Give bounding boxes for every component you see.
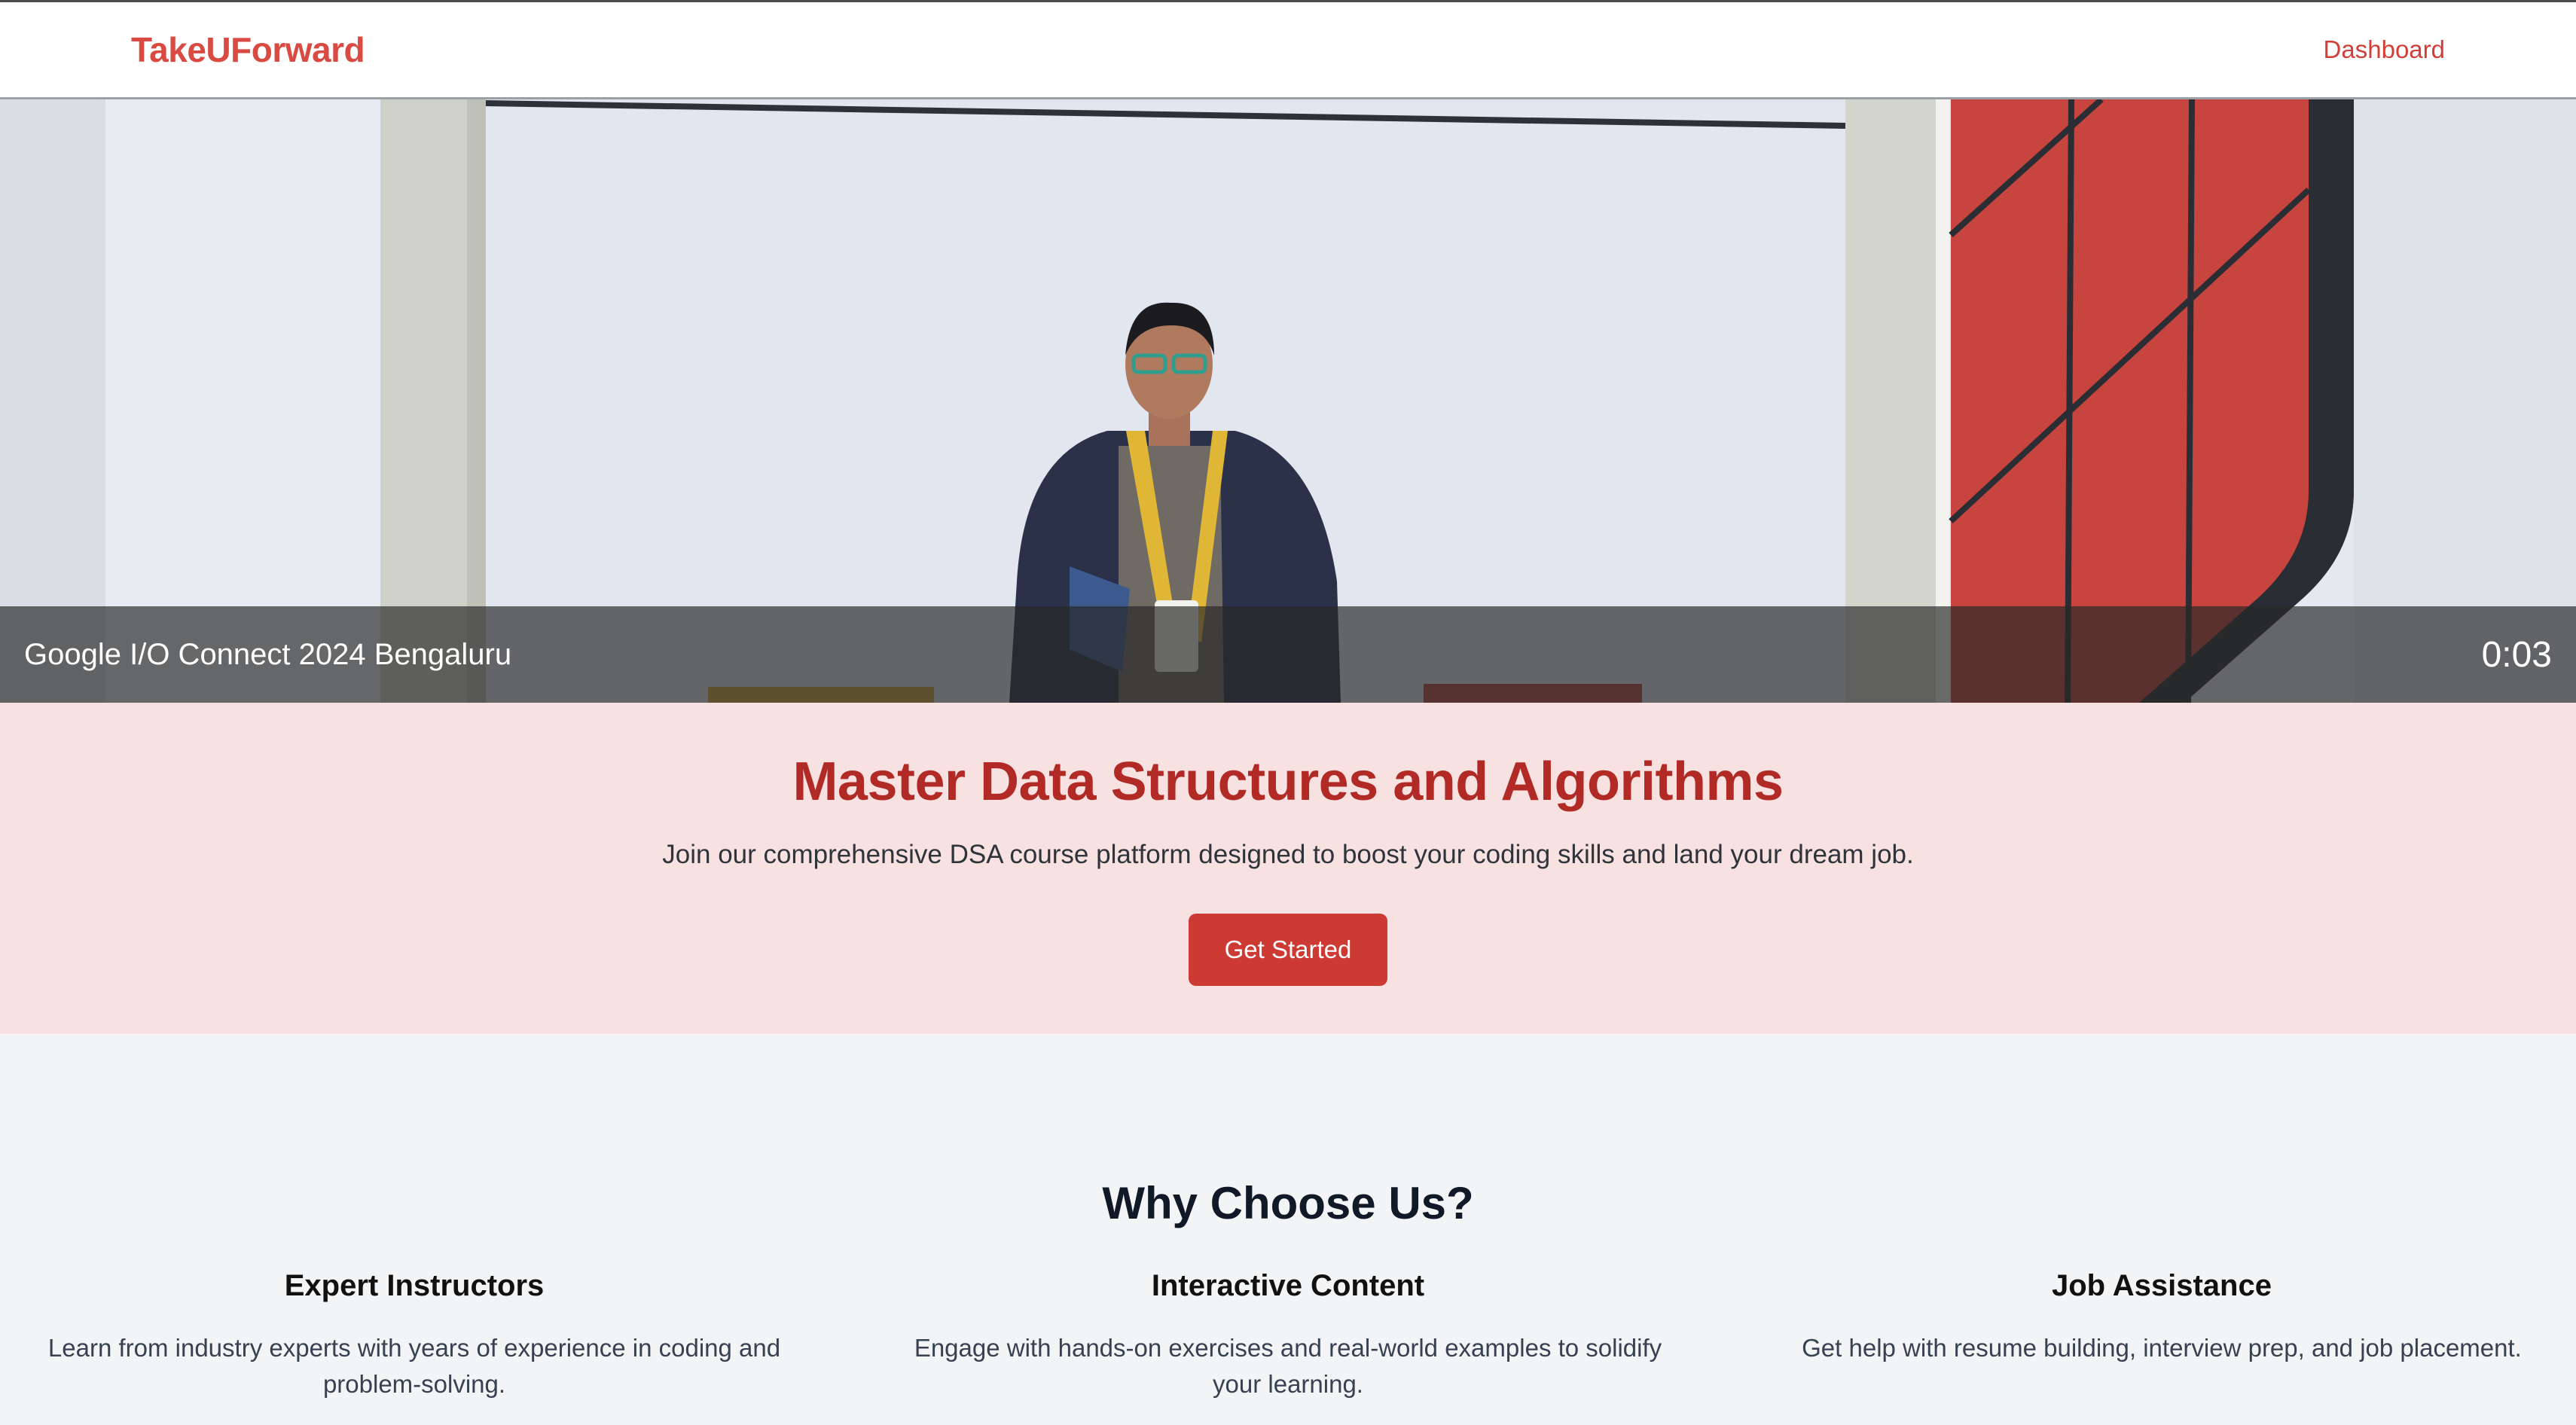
nav-dashboard-link[interactable]: Dashboard xyxy=(2324,35,2445,64)
hero-section: Master Data Structures and Algorithms Jo… xyxy=(0,703,2576,1034)
video-title: Google I/O Connect 2024 Bengaluru xyxy=(24,637,512,671)
get-started-button[interactable]: Get Started xyxy=(1189,914,1387,986)
feature-description: Learn from industry experts with years o… xyxy=(47,1334,781,1398)
hero-subtitle: Join our comprehensive DSA course platfo… xyxy=(662,840,1914,869)
feature-expert-instructors: Expert Instructors Learn from industry e… xyxy=(0,1269,829,1402)
top-navbar: TakeUForward Dashboard xyxy=(0,0,2576,99)
feature-title: Expert Instructors xyxy=(284,1269,545,1302)
hero-video-player[interactable]: Google I/O Connect 2024 Bengaluru 0:03 xyxy=(0,99,2576,703)
features-section: Why Choose Us? Expert Instructors Learn … xyxy=(0,1034,2576,1425)
hero-title: Master Data Structures and Algorithms xyxy=(792,752,1784,812)
feature-description: Engage with hands-on exercises and real-… xyxy=(914,1334,1662,1398)
features-title: Why Choose Us? xyxy=(1102,1178,1474,1228)
video-caption-bar: Google I/O Connect 2024 Bengaluru 0:03 xyxy=(0,606,2576,703)
feature-title: Job Assistance xyxy=(2052,1269,2272,1302)
brand-logo[interactable]: TakeUForward xyxy=(131,29,365,70)
feature-title: Interactive Content xyxy=(1151,1269,1425,1302)
feature-job-assistance: Job Assistance Get help with resume buil… xyxy=(1747,1269,2576,1366)
feature-description: Get help with resume building, interview… xyxy=(1802,1334,2522,1362)
video-timestamp: 0:03 xyxy=(2481,634,2552,675)
feature-interactive-content: Interactive Content Engage with hands-on… xyxy=(874,1269,1702,1402)
